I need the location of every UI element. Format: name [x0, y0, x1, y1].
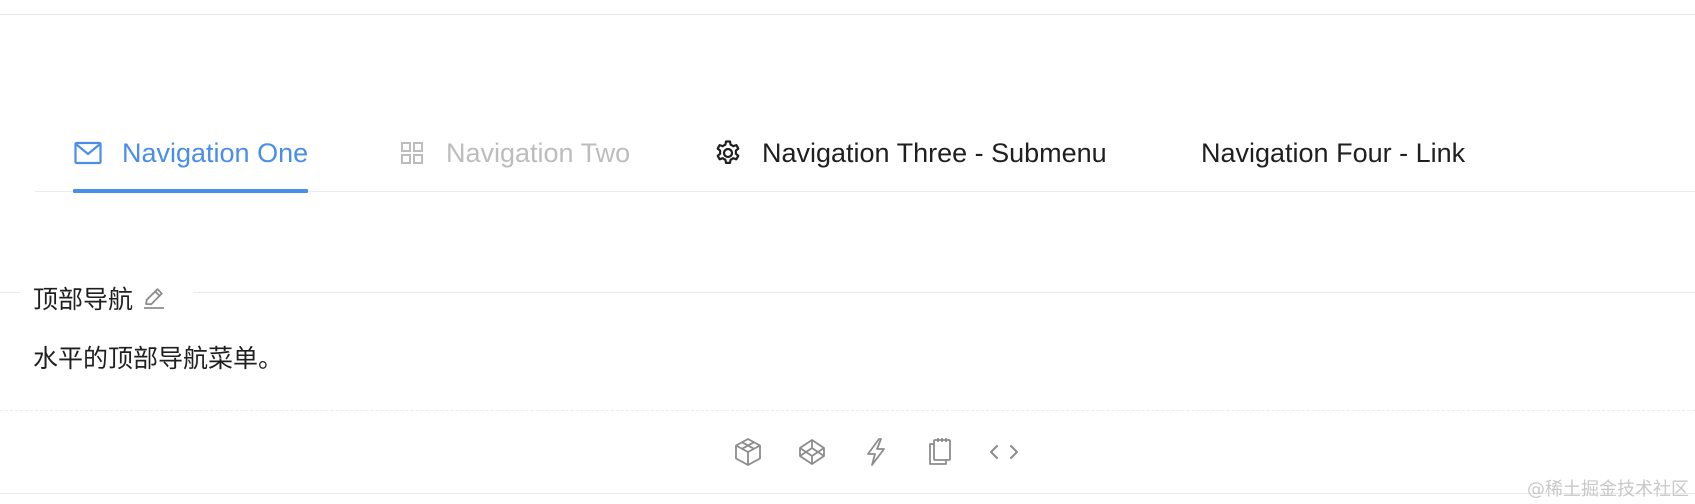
section-divider-right — [193, 292, 1695, 293]
demo-title-text: 顶部导航 — [33, 286, 134, 314]
menu-item-label: Navigation Three - Submenu — [762, 137, 1107, 168]
menu-item-label: Navigation One — [122, 137, 309, 168]
menu-item-label: Navigation Two — [446, 137, 631, 168]
watermark: @稀土掘金技术社区 — [1527, 479, 1689, 500]
snippets-icon[interactable] — [920, 432, 960, 472]
mail-icon — [73, 138, 103, 168]
edit-icon[interactable] — [141, 285, 167, 311]
dashed-divider — [0, 410, 1695, 411]
demo-description: 水平的顶部导航菜单。 — [33, 345, 284, 373]
code-expand-icon[interactable] — [984, 432, 1024, 472]
page: Navigation One Navigation Two Navigation… — [0, 0, 1695, 504]
setting-icon — [713, 138, 743, 168]
top-divider — [0, 14, 1695, 15]
horizontal-menu: Navigation One Navigation Two Navigation… — [35, 114, 1695, 193]
demo-actions — [728, 432, 1024, 472]
bottom-divider — [0, 493, 1695, 494]
menu-item-navigation-three-submenu[interactable]: Navigation Three - Submenu — [713, 114, 1107, 192]
codepen-icon[interactable] — [792, 432, 832, 472]
menu-item-navigation-one[interactable]: Navigation One — [73, 114, 309, 193]
appstore-icon — [397, 138, 427, 168]
menu-item-label: Navigation Four - Link — [1201, 137, 1466, 168]
codesandbox-icon[interactable] — [728, 432, 768, 472]
thunderbolt-icon[interactable] — [856, 432, 896, 472]
section-divider-left — [0, 292, 20, 293]
menu-item-navigation-four-link[interactable]: Navigation Four - Link — [1201, 114, 1465, 192]
demo-title: 顶部导航 — [33, 280, 167, 316]
menu-item-navigation-two[interactable]: Navigation Two — [397, 114, 630, 192]
